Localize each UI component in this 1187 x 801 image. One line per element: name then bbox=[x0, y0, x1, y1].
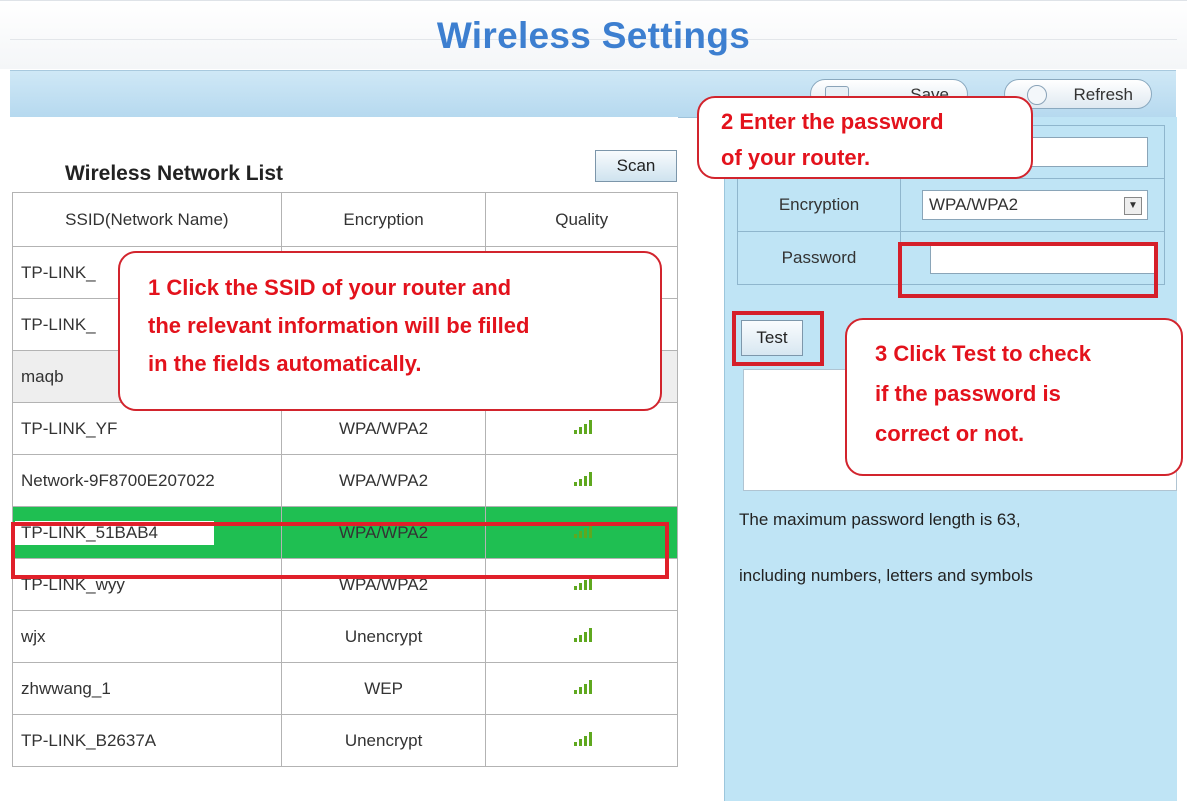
ssid-cell[interactable]: TP-LINK_wyy bbox=[12, 558, 282, 611]
encryption-cell: WPA/WPA2 bbox=[280, 454, 487, 507]
encryption-cell: WEP bbox=[280, 662, 487, 715]
signal-icon bbox=[570, 575, 594, 590]
ssid-cell[interactable]: wjx bbox=[12, 610, 282, 663]
table-row[interactable]: Network-9F8700E207022 WPA/WPA2 bbox=[12, 454, 678, 507]
signal-icon bbox=[570, 471, 594, 486]
callout-step2-line1: 2 Enter the password bbox=[721, 109, 944, 134]
callout-step1-line3: in the fields automatically. bbox=[148, 351, 422, 376]
ssid-cell[interactable]: TP-LINK_B2637A bbox=[12, 714, 282, 767]
title-bar: Wireless Settings bbox=[0, 0, 1187, 69]
callout-step3-line1: 3 Click Test to check bbox=[875, 341, 1092, 366]
header-quality: Quality bbox=[485, 192, 678, 247]
encryption-row: Encryption WPA/WPA2 ▼ bbox=[737, 178, 1165, 232]
callout-step1: 1 Click the SSID of your router and the … bbox=[118, 251, 662, 411]
scan-button[interactable]: Scan bbox=[595, 150, 677, 182]
encryption-cell: WPA/WPA2 bbox=[280, 558, 487, 611]
test-button-highlight bbox=[732, 311, 824, 366]
encryption-select[interactable]: WPA/WPA2 ▼ bbox=[922, 190, 1148, 220]
quality-cell bbox=[485, 662, 678, 715]
password-hint-line2: including numbers, letters and symbols bbox=[739, 566, 1033, 585]
header-encryption: Encryption bbox=[280, 192, 487, 247]
callout-step2: 2 Enter the password of your router. bbox=[697, 96, 1033, 179]
ssid-cell[interactable]: Network-9F8700E207022 bbox=[12, 454, 282, 507]
password-label: Password bbox=[738, 232, 901, 284]
table-header-row: SSID(Network Name) Encryption Quality bbox=[12, 192, 678, 247]
ssid-cell[interactable]: zhwwang_1 bbox=[12, 662, 282, 715]
quality-cell bbox=[485, 506, 678, 559]
quality-cell bbox=[485, 558, 678, 611]
callout-step1-line2: the relevant information will be filled bbox=[148, 313, 530, 338]
callout-step3: 3 Click Test to check if the password is… bbox=[845, 318, 1183, 476]
page-title: Wireless Settings bbox=[436, 15, 751, 56]
refresh-icon bbox=[1027, 85, 1047, 105]
signal-icon bbox=[570, 627, 594, 642]
quality-cell bbox=[485, 454, 678, 507]
callout-step1-line1: 1 Click the SSID of your router and bbox=[148, 275, 512, 300]
ssid-text: TP-LINK_51BAB4 bbox=[15, 520, 215, 545]
table-row[interactable]: zhwwang_1 WEP bbox=[12, 662, 678, 715]
ssid-cell[interactable]: TP-LINK_51BAB4 bbox=[12, 506, 282, 559]
table-row-selected[interactable]: TP-LINK_51BAB4 WPA/WPA2 bbox=[12, 506, 678, 559]
password-hint-line1: The maximum password length is 63, bbox=[739, 510, 1021, 529]
signal-icon bbox=[570, 731, 594, 746]
encryption-cell: Unencrypt bbox=[280, 714, 487, 767]
refresh-label: Refresh bbox=[1073, 85, 1133, 104]
quality-cell bbox=[485, 610, 678, 663]
network-list-title: Wireless Network List bbox=[65, 162, 284, 185]
callout-step2-line2: of your router. bbox=[721, 145, 871, 170]
encryption-cell: WPA/WPA2 bbox=[280, 506, 487, 559]
signal-icon bbox=[570, 523, 594, 538]
quality-cell bbox=[485, 714, 678, 767]
header-ssid: SSID(Network Name) bbox=[12, 192, 282, 247]
signal-icon bbox=[570, 419, 594, 434]
signal-icon bbox=[570, 679, 594, 694]
table-row[interactable]: wjx Unencrypt bbox=[12, 610, 678, 663]
network-list-panel: Wireless Network List Scan SSID(Network … bbox=[10, 117, 678, 801]
table-row[interactable]: TP-LINK_B2637A Unencrypt bbox=[12, 714, 678, 767]
password-highlight bbox=[898, 242, 1158, 298]
encryption-value: WPA/WPA2 bbox=[929, 195, 1019, 214]
callout-step3-line3: correct or not. bbox=[875, 421, 1025, 446]
table-row[interactable]: TP-LINK_wyy WPA/WPA2 bbox=[12, 558, 678, 611]
callout-step3-line2: if the password is bbox=[875, 381, 1061, 406]
encryption-cell: Unencrypt bbox=[280, 610, 487, 663]
encryption-label: Encryption bbox=[738, 179, 901, 231]
chevron-down-icon[interactable]: ▼ bbox=[1124, 197, 1142, 215]
